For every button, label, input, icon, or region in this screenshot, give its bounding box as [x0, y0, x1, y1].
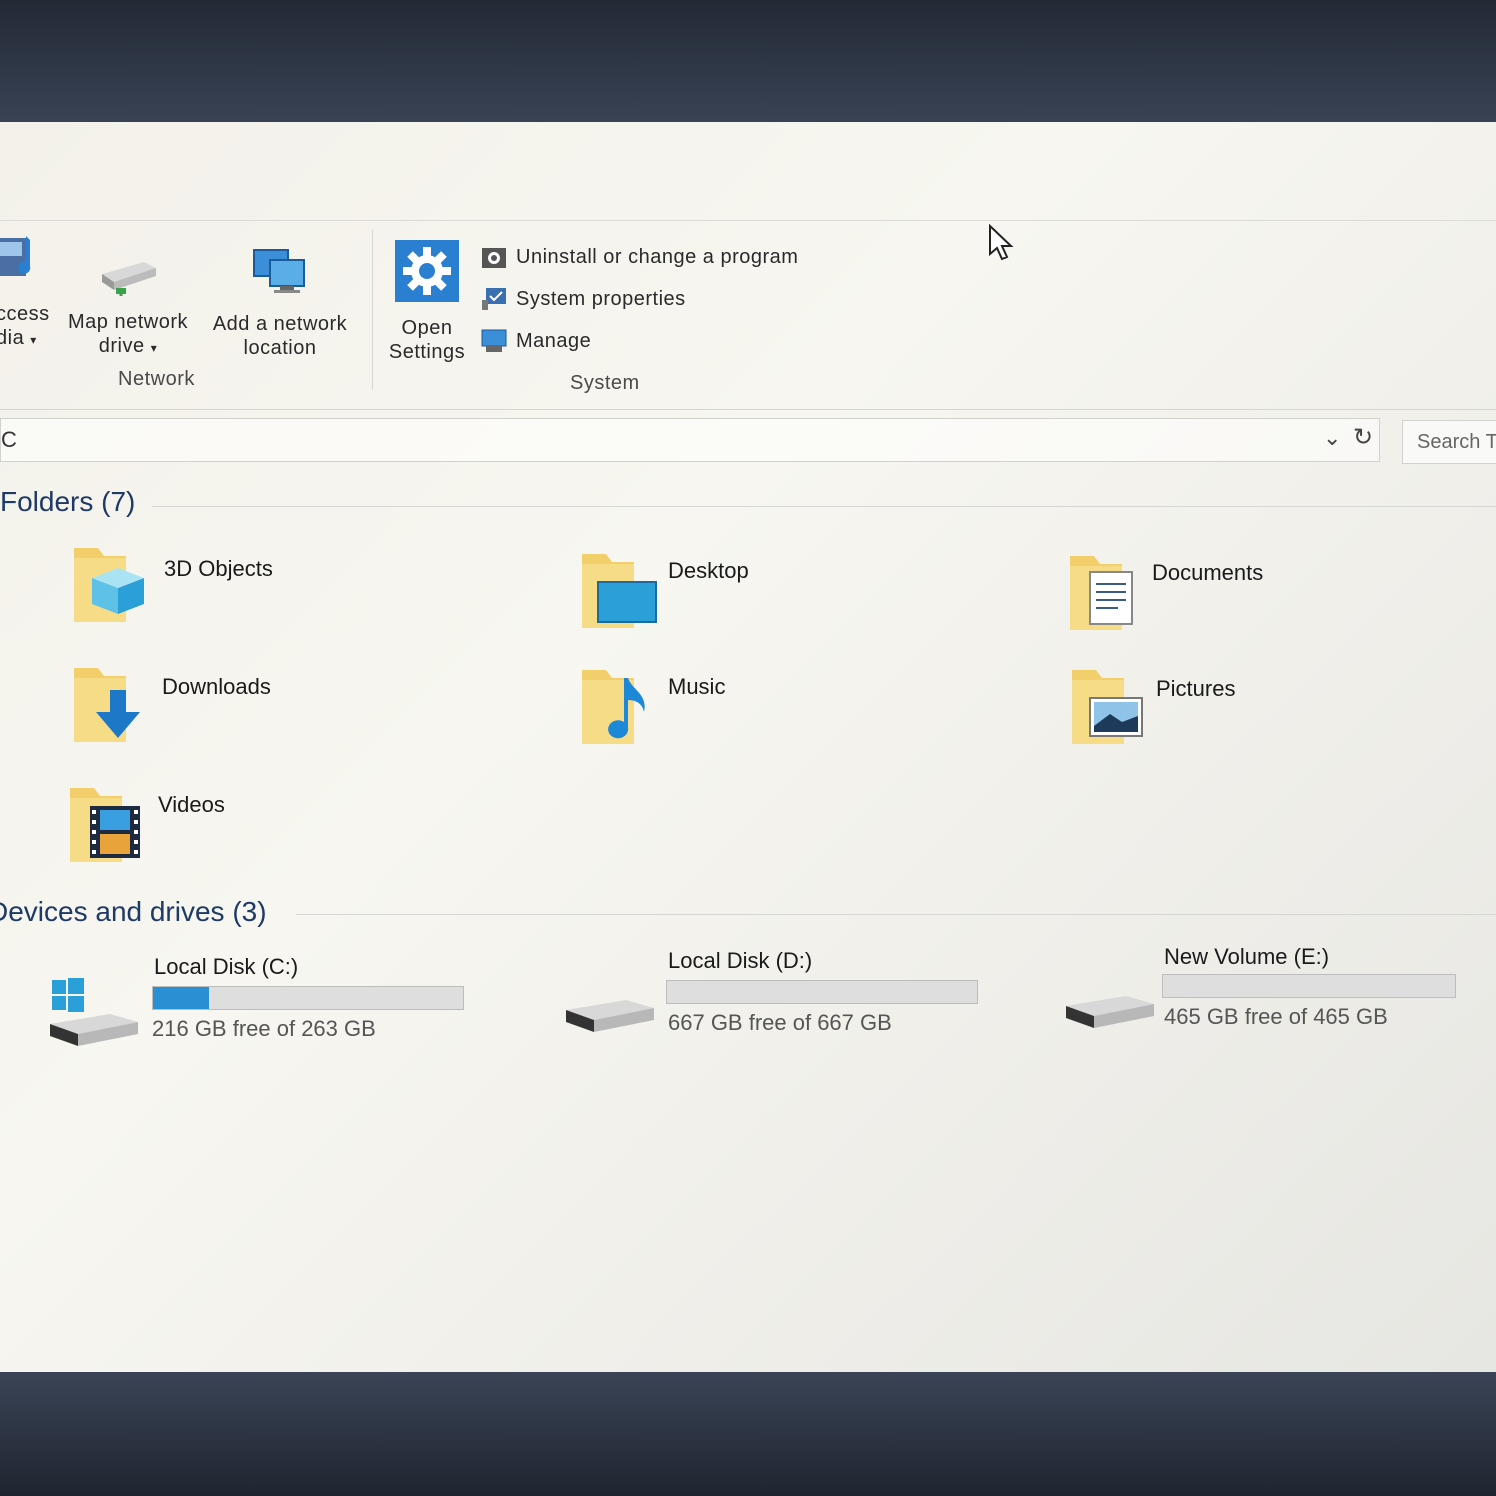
drive-free-space: 667 GB free of 667 GB	[668, 1010, 892, 1035]
access-media-line1: ccess	[0, 303, 50, 325]
network-drive-icon	[102, 262, 156, 296]
open-settings-line1: Open	[401, 317, 453, 339]
system-group-label: System	[570, 372, 640, 394]
drive-free-space: 216 GB free of 263 GB	[152, 1016, 376, 1041]
drive-d[interactable]: Local Disk (D:) 667 GB free of 667 GB	[564, 944, 1004, 1054]
folder-label: Downloads	[162, 674, 271, 699]
address-bar[interactable]: C ⌄ ↻	[0, 418, 1380, 462]
manage-button[interactable]: Manage	[480, 328, 591, 354]
drive-label: Local Disk (D:)	[668, 948, 813, 973]
dropdown-arrow-icon: ▾	[150, 341, 158, 355]
open-settings-button[interactable]: Open Settings	[384, 240, 470, 364]
folder-label: Pictures	[1156, 676, 1236, 701]
manage-icon	[481, 329, 507, 352]
folder-pictures[interactable]: Pictures	[1068, 664, 1488, 754]
media-icon	[0, 236, 31, 276]
windows-drive-icon	[50, 978, 138, 1046]
system-properties-icon	[482, 288, 506, 310]
dropdown-arrow-icon: ▾	[30, 333, 37, 347]
drive-usage-bar	[152, 986, 464, 1010]
file-explorer-window: ccess dia ▾ Map network drive ▾ Add a ne…	[0, 122, 1496, 1380]
ribbon-separator	[372, 230, 373, 390]
documents-folder-icon	[1070, 556, 1133, 630]
access-media-button[interactable]: ccess dia ▾	[0, 232, 49, 352]
network-location-icon	[253, 249, 305, 293]
drive-usage-bar	[1162, 974, 1456, 998]
drive-label: Local Disk (C:)	[154, 954, 299, 979]
system-properties-label: System properties	[516, 287, 686, 310]
pictures-folder-icon	[1072, 670, 1143, 744]
drive-usage-fill	[153, 987, 209, 1009]
add-network-location-button[interactable]: Add a network location	[204, 246, 356, 360]
section-divider	[296, 914, 1496, 915]
folder-label: Documents	[1152, 560, 1264, 585]
folder-label: 3D Objects	[164, 556, 273, 581]
network-group-label: Network	[118, 368, 195, 390]
drives-section-header[interactable]: Devices and drives (3)	[0, 896, 267, 928]
folder-downloads[interactable]: Downloads	[70, 662, 490, 752]
uninstall-icon	[482, 248, 506, 268]
gear-icon	[395, 240, 459, 302]
section-divider	[152, 506, 1496, 507]
drive-e[interactable]: New Volume (E:) 465 GB free of 465 GB	[1064, 940, 1494, 1050]
hard-drive-icon	[566, 1000, 654, 1032]
drive-usage-bar	[666, 980, 978, 1004]
chevron-down-icon[interactable]: ⌄	[1323, 425, 1341, 451]
downloads-folder-icon	[74, 668, 140, 742]
folders-section-header[interactable]: Folders (7)	[0, 486, 135, 518]
folder-label: Videos	[158, 792, 225, 817]
manage-label: Manage	[516, 329, 592, 352]
folder-label: Music	[668, 674, 726, 699]
monitor-bezel-bottom	[0, 1372, 1496, 1496]
map-network-drive-button[interactable]: Map network drive ▾	[58, 248, 198, 360]
folder-desktop[interactable]: Desktop	[578, 548, 998, 638]
uninstall-program-button[interactable]: Uninstall or change a program	[480, 244, 798, 270]
mouse-cursor-icon	[989, 224, 1014, 261]
folder-videos[interactable]: Videos	[66, 782, 486, 872]
folder-label: Desktop	[668, 558, 749, 583]
search-input[interactable]: Search T	[1402, 420, 1496, 464]
music-folder-icon	[582, 670, 645, 744]
drive-label: New Volume (E:)	[1164, 944, 1330, 969]
hard-drive-icon	[1066, 996, 1154, 1028]
drive-free-space: 465 GB free of 465 GB	[1164, 1004, 1388, 1029]
refresh-icon[interactable]: ↻	[1353, 423, 1373, 452]
folder-3d-objects[interactable]: 3D Objects	[70, 542, 490, 632]
folder-music[interactable]: Music	[578, 664, 998, 754]
uninstall-label: Uninstall or change a program	[516, 245, 799, 268]
drive-c[interactable]: Local Disk (C:) 216 GB free of 263 GB	[48, 948, 488, 1058]
map-drive-line1: Map network	[68, 311, 188, 333]
videos-folder-icon	[70, 788, 140, 862]
add-location-line1: Add a network	[212, 313, 348, 335]
map-drive-line2: drive	[98, 335, 145, 357]
add-location-line2: location	[243, 337, 317, 359]
3d-objects-folder-icon	[74, 548, 144, 622]
address-path: C	[1, 427, 17, 452]
open-settings-line2: Settings	[388, 341, 466, 363]
system-properties-button[interactable]: System properties	[480, 286, 686, 312]
folder-documents[interactable]: Documents	[1066, 550, 1486, 640]
monitor-bezel-top	[0, 0, 1496, 130]
access-media-line2: dia	[0, 327, 25, 349]
desktop-folder-icon	[582, 554, 657, 628]
